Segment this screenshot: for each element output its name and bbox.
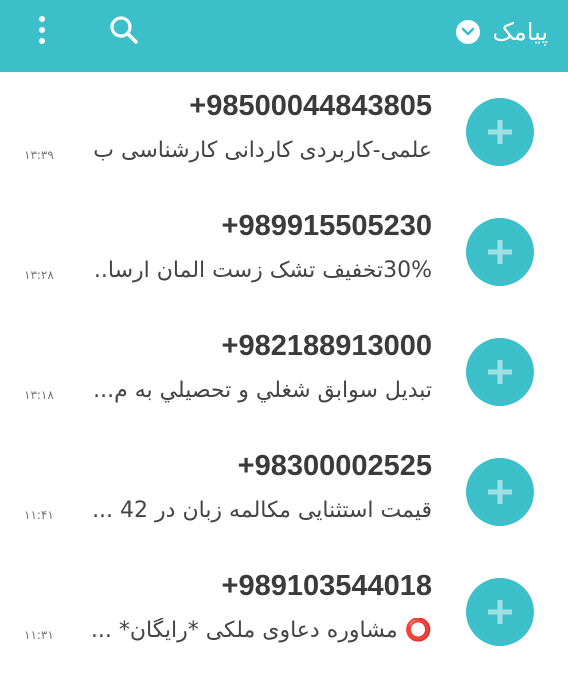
- message-preview: ⭕ مشاوره دعاوی ملکی *رایگان* ...: [92, 618, 432, 643]
- message-row[interactable]: +98300002525 قیمت استثنایی مکالمه زبان د…: [0, 432, 568, 552]
- more-vert-dot: [39, 38, 45, 44]
- message-sender: +982188913000: [221, 330, 432, 362]
- message-sender: +989915505230: [221, 210, 432, 242]
- search-icon: [110, 16, 138, 44]
- search-button[interactable]: [106, 12, 142, 48]
- add-contact-button[interactable]: [466, 458, 534, 526]
- message-row[interactable]: +989103544018 ⭕ مشاوره دعاوی ملکی *رایگا…: [0, 552, 568, 672]
- message-preview: قیمت استثنایی مکالمه زبان در 42 ...: [92, 498, 432, 523]
- message-list: +98500044843805 علمی-کاربردی کاردانی کار…: [0, 72, 568, 672]
- chevron-down-icon: [456, 20, 481, 44]
- message-sender: +989103544018: [221, 570, 432, 602]
- plus-icon: [488, 600, 512, 624]
- more-vert-dot: [39, 27, 45, 33]
- add-contact-button[interactable]: [466, 338, 534, 406]
- add-contact-button[interactable]: [466, 98, 534, 166]
- plus-icon: [488, 120, 512, 144]
- message-row[interactable]: +98500044843805 علمی-کاربردی کاردانی کار…: [0, 72, 568, 192]
- page-title: پیامک: [492, 18, 548, 46]
- more-vert-icon: [39, 16, 45, 22]
- message-time: ۱۱:۴۱: [24, 508, 54, 522]
- plus-icon: [488, 360, 512, 384]
- app-bar: پیامک: [0, 0, 568, 72]
- message-preview: علمی-کاربردی کاردانی کارشناسی ب...: [92, 138, 432, 163]
- message-time: ۱۱:۳۱: [24, 628, 54, 642]
- message-sender: +98500044843805: [189, 90, 432, 122]
- plus-icon: [488, 480, 512, 504]
- more-options-button[interactable]: [26, 14, 58, 46]
- message-row[interactable]: +982188913000 تبديل سوابق شغلي و تحصيلي …: [0, 312, 568, 432]
- message-sender: +98300002525: [237, 450, 432, 482]
- add-contact-button[interactable]: [466, 218, 534, 286]
- message-time: ۱۳:۲۸: [24, 268, 54, 282]
- plus-icon: [488, 240, 512, 264]
- title-dropdown[interactable]: پیامک: [456, 14, 548, 50]
- message-preview: 30%تخفیف تشک زست المان ارسا...: [92, 258, 432, 283]
- add-contact-button[interactable]: [466, 578, 534, 646]
- message-row[interactable]: +989915505230 30%تخفیف تشک زست المان ارس…: [0, 192, 568, 312]
- message-time: ۱۳:۳۹: [24, 148, 54, 162]
- message-time: ۱۳:۱۸: [24, 388, 54, 402]
- message-preview: تبديل سوابق شغلي و تحصيلي به م...: [93, 378, 432, 403]
